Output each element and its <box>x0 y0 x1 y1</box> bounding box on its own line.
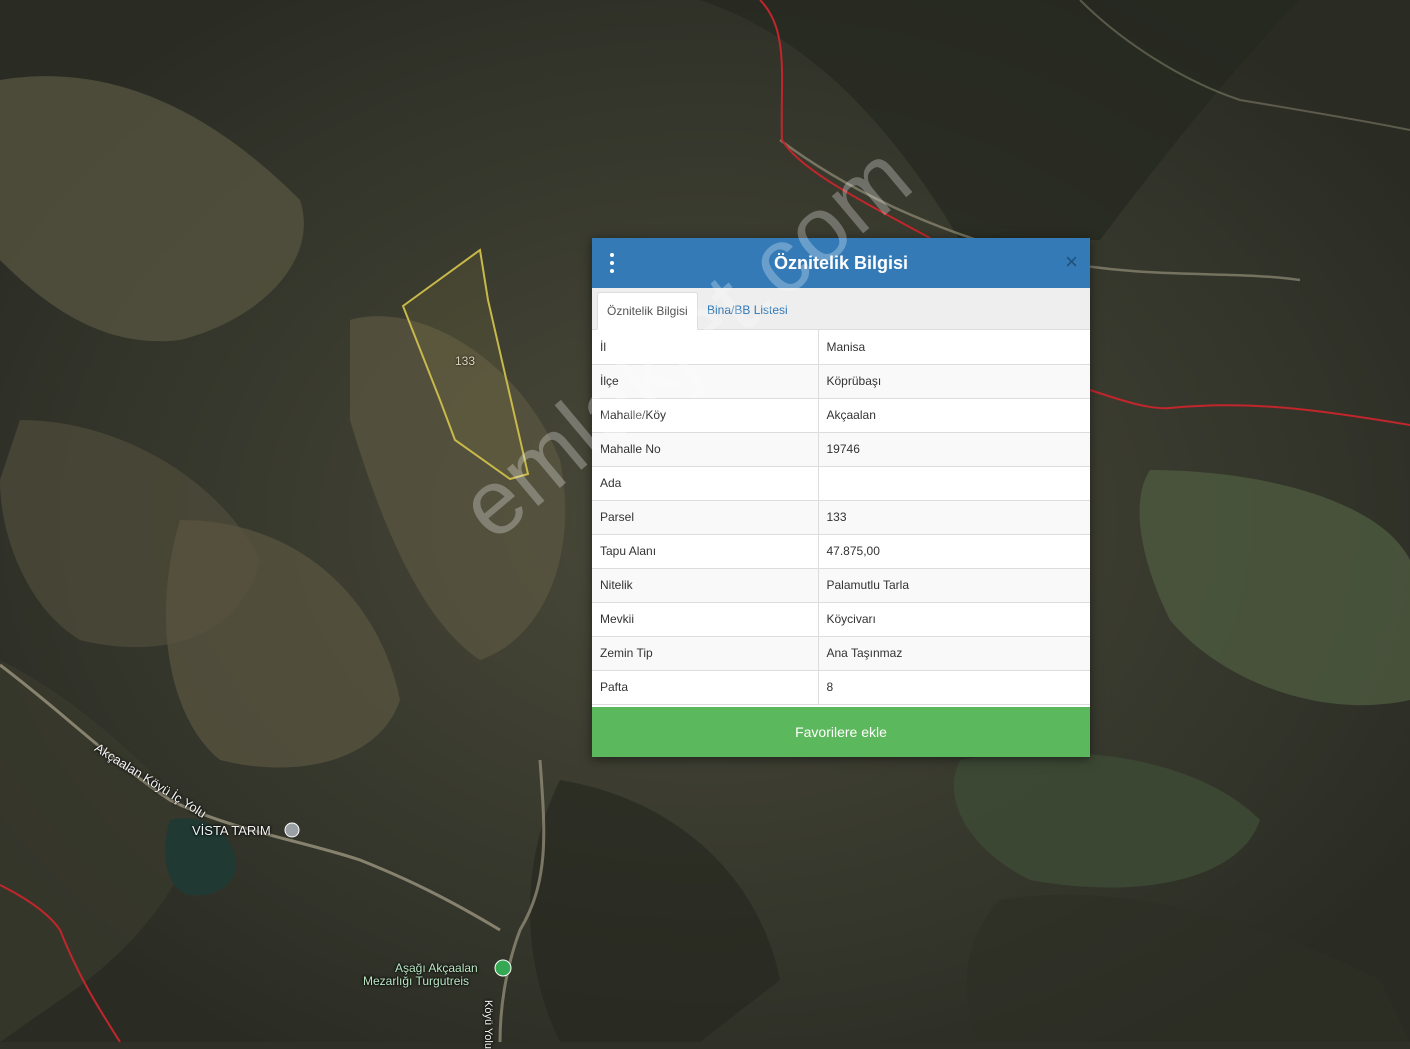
poi-label[interactable]: VİSTA TARIM <box>192 823 271 838</box>
tab-building-list[interactable]: Bina/BB Listesi <box>698 292 797 330</box>
table-row: Mevkii Köycivarı <box>592 602 1090 637</box>
close-icon[interactable]: × <box>1065 251 1078 273</box>
table-row: İl Manisa <box>592 330 1090 365</box>
attribute-value: 8 <box>818 670 1090 705</box>
dialog-tabs: Öznitelik Bilgisi Bina/BB Listesi <box>592 288 1090 330</box>
attribute-value: Manisa <box>818 330 1090 365</box>
attribute-key: Nitelik <box>592 568 819 603</box>
attribute-value: 47.875,00 <box>818 534 1090 569</box>
table-row: Pafta 8 <box>592 670 1090 705</box>
attribute-value <box>818 466 1090 501</box>
attribute-key: Mahalle No <box>592 432 819 467</box>
tab-attribute-info[interactable]: Öznitelik Bilgisi <box>597 292 698 330</box>
dialog-header: Öznitelik Bilgisi × <box>592 238 1090 288</box>
attribute-value: Köprübaşı <box>818 364 1090 399</box>
attribute-key: İlçe <box>592 364 819 399</box>
attribute-value: 19746 <box>818 432 1090 467</box>
attribute-key: Tapu Alanı <box>592 534 819 569</box>
attribute-table: İl Manisa İlçe Köprübaşı Mahalle/Köy Akçaalan… <box>592 330 1090 705</box>
attribute-key: Mahalle/Köy <box>592 398 819 433</box>
table-row: Mahalle/Köy Akçaalan <box>592 398 1090 433</box>
table-row: Ada <box>592 466 1090 501</box>
vertical-dots-icon[interactable] <box>608 253 616 273</box>
attribute-value: Köycivarı <box>818 602 1090 637</box>
attribute-key: Parsel <box>592 500 819 535</box>
cemetery-label-line2[interactable]: Mezarlığı Turgutreis <box>363 974 469 988</box>
attribute-key: Zemin Tip <box>592 636 819 671</box>
attribute-key: Ada <box>592 466 819 501</box>
cemetery-label-line1[interactable]: Aşağı Akçaalan <box>395 961 478 975</box>
attribute-value: Palamutlu Tarla <box>818 568 1090 603</box>
attribute-key: İl <box>592 330 819 365</box>
table-row: Parsel 133 <box>592 500 1090 535</box>
table-row: Nitelik Palamutlu Tarla <box>592 568 1090 603</box>
attribute-value: Akçaalan <box>818 398 1090 433</box>
parcel-number-label: 133 <box>455 354 476 368</box>
table-row: Zemin Tip Ana Taşınmaz <box>592 636 1090 671</box>
attribute-key: Pafta <box>592 670 819 705</box>
add-to-favorites-button[interactable]: Favorilere ekle <box>592 707 1090 757</box>
attribute-dialog: Öznitelik Bilgisi × Öznitelik Bilgisi Bi… <box>592 238 1090 757</box>
table-row: Tapu Alanı 47.875,00 <box>592 534 1090 569</box>
dialog-title: Öznitelik Bilgisi <box>773 252 909 273</box>
attribute-key: Mevkii <box>592 602 819 637</box>
attribute-value: Ana Taşınmaz <box>818 636 1090 671</box>
table-row: Mahalle No 19746 <box>592 432 1090 467</box>
table-row: İlçe Köprübaşı <box>592 364 1090 399</box>
attribute-value: 133 <box>818 500 1090 535</box>
